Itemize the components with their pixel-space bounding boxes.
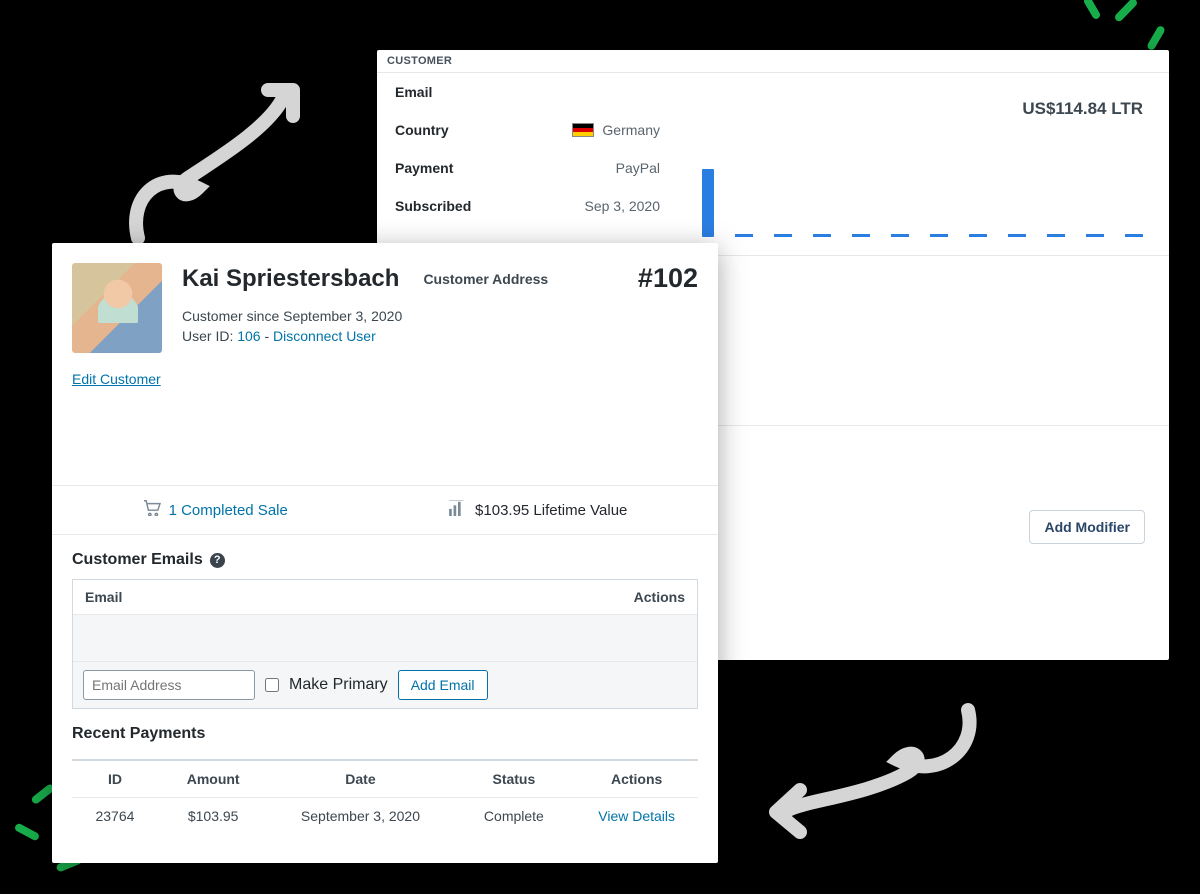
squiggle-arrow-icon	[118, 58, 318, 258]
chart-bar-empty	[930, 234, 948, 237]
make-primary-checkbox[interactable]	[265, 678, 279, 692]
user-id-label: User ID:	[182, 328, 233, 344]
add-modifier-button[interactable]: Add Modifier	[1029, 510, 1145, 544]
customer-name: Kai Spriestersbach	[182, 265, 399, 293]
chart-bar-empty	[813, 234, 831, 237]
customer-since: Customer since September 3, 2020	[182, 308, 698, 324]
customer-address-label: Customer Address	[423, 271, 548, 287]
decorative-stroke	[14, 822, 41, 841]
chart-bar	[702, 169, 714, 237]
email-label: Email	[395, 84, 432, 100]
germany-flag-icon	[572, 123, 594, 137]
avatar	[72, 263, 162, 353]
recent-payments-title: Recent Payments	[72, 725, 205, 743]
country-value: Germany	[602, 122, 660, 138]
payments-col-date: Date	[268, 771, 452, 787]
subscribed-label: Subscribed	[395, 198, 471, 214]
country-label: Country	[395, 122, 449, 138]
customer-detail-list: Email Country Germany Payment PayPal Sub…	[377, 73, 678, 255]
chart-bar-empty	[852, 234, 870, 237]
decorative-stroke	[1113, 0, 1138, 23]
customer-emails-title: Customer Emails	[72, 551, 203, 569]
emails-table: Email Actions Make Primary Add Email	[72, 579, 698, 709]
edit-customer-link[interactable]: Edit Customer	[72, 371, 161, 387]
emails-col-email: Email	[85, 589, 634, 605]
chart-bar-empty	[969, 234, 987, 237]
squiggle-arrow-icon	[758, 700, 988, 860]
add-email-button[interactable]: Add Email	[398, 670, 488, 700]
payment-id: 23764	[72, 808, 158, 824]
chart-bar-empty	[1008, 234, 1026, 237]
payments-table: ID Amount Date Status Actions 23764 $103…	[72, 759, 698, 834]
cart-icon	[143, 500, 161, 520]
payments-col-amount: Amount	[158, 771, 268, 787]
ltr-value: US$114.84 LTR	[690, 99, 1143, 119]
subscribed-value: Sep 3, 2020	[584, 198, 660, 214]
view-details-link[interactable]: View Details	[598, 808, 675, 824]
emails-col-actions: Actions	[634, 589, 685, 605]
help-icon[interactable]: ?	[210, 553, 225, 568]
payments-col-actions: Actions	[575, 771, 698, 787]
chart-bar-empty	[1086, 234, 1104, 237]
chart-icon	[449, 500, 467, 520]
email-address-input[interactable]	[83, 670, 255, 700]
chart-bar-empty	[1047, 234, 1065, 237]
emails-table-body	[73, 615, 697, 661]
customer-detail-card: Kai Spriestersbach Customer Address #102…	[52, 243, 718, 863]
completed-sales-link[interactable]: 1 Completed Sale	[169, 502, 288, 519]
payment-date: September 3, 2020	[268, 808, 452, 824]
ltr-bars	[690, 159, 1143, 237]
decorative-stroke	[1083, 0, 1102, 20]
table-row: 23764 $103.95 September 3, 2020 Complete…	[72, 798, 698, 834]
payments-col-status: Status	[453, 771, 576, 787]
decorative-stroke	[1146, 25, 1166, 52]
chart-bar-empty	[1125, 234, 1143, 237]
disconnect-user-link[interactable]: Disconnect User	[273, 328, 376, 344]
user-id-link[interactable]: 106	[237, 328, 260, 344]
ltr-chart: US$114.84 LTR	[678, 73, 1169, 255]
payment-amount: $103.95	[158, 808, 268, 824]
payments-col-id: ID	[72, 771, 158, 787]
panel-header: CUSTOMER	[377, 50, 1169, 73]
customer-number: #102	[638, 263, 698, 294]
payment-status: Complete	[453, 808, 576, 824]
payment-label: Payment	[395, 160, 453, 176]
lifetime-value: $103.95 Lifetime Value	[475, 502, 627, 519]
payment-value: PayPal	[616, 160, 660, 176]
make-primary-label: Make Primary	[289, 676, 388, 694]
chart-bar-empty	[774, 234, 792, 237]
chart-bar-empty	[735, 234, 753, 237]
chart-bar-empty	[891, 234, 909, 237]
